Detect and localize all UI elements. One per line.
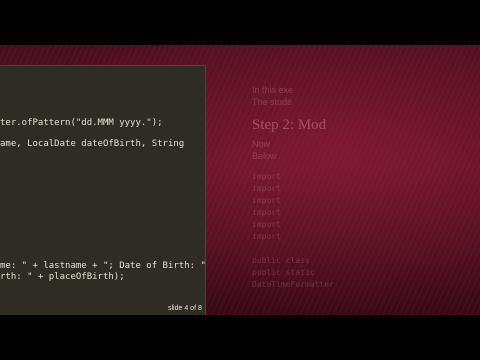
- bg-code-line: DateTimeFormatter: [252, 280, 334, 289]
- bg-text-line: Now: [252, 139, 271, 149]
- bg-code-line: public class: [252, 256, 310, 265]
- code-panel: ter.ofPattern("dd.MMM yyyy."); ame, Loca…: [0, 65, 206, 315]
- bg-code-line: import: [252, 232, 281, 241]
- code-line: me: " + lastname + "; Date of Birth: ": [0, 261, 206, 271]
- slide-counter: slide 4 of 8: [168, 305, 202, 312]
- bg-heading: Step 2: Mod: [252, 117, 327, 133]
- bg-code-line: import: [252, 208, 281, 217]
- slide-stage: In this exe The stude Step 2: Mod Now Be…: [0, 45, 480, 315]
- bg-code-line: import: [252, 220, 281, 229]
- bg-text-line: The stude: [252, 97, 293, 107]
- code-line: rth: " + placeOfBirth);: [0, 272, 125, 282]
- bg-text-line: Below: [252, 151, 277, 161]
- bg-code-line: import: [252, 196, 281, 205]
- bg-code-line: import: [252, 172, 281, 181]
- bg-code-line: import: [252, 184, 281, 193]
- bg-code-line: public static: [252, 268, 315, 277]
- code-line: ter.ofPattern("dd.MMM yyyy.");: [0, 118, 163, 128]
- bg-text-line: In this exe: [252, 85, 294, 95]
- code-line: ame, LocalDate dateOfBirth, String: [0, 139, 185, 149]
